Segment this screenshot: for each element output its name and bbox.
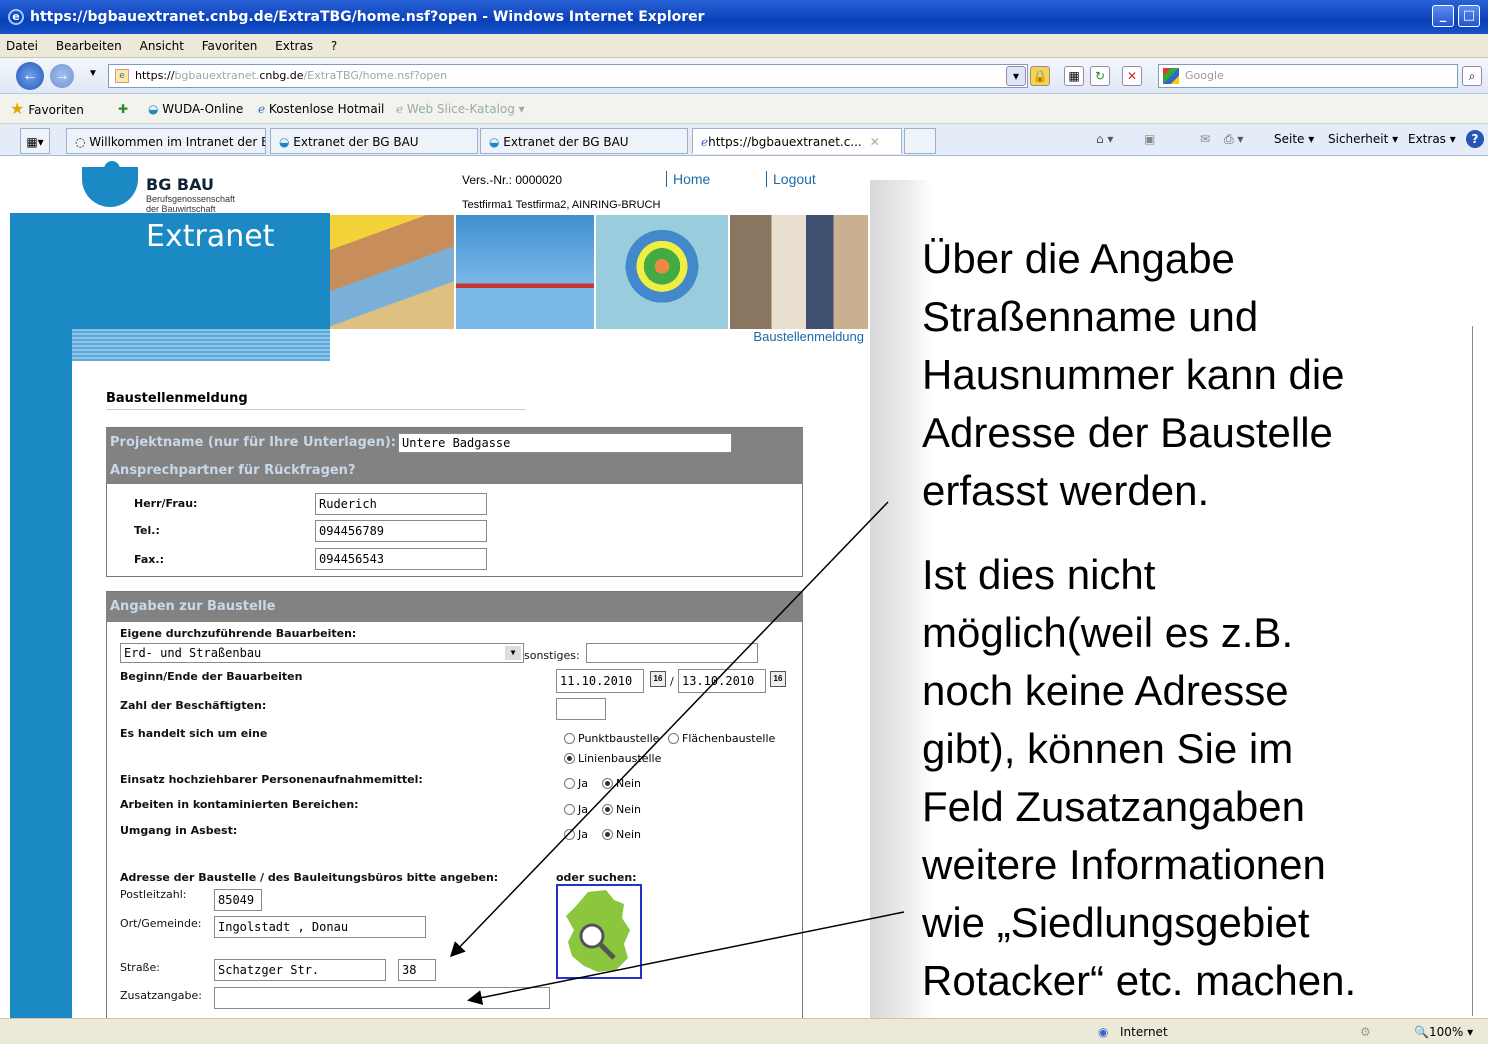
protected-mode-icon: ⚙ [1360, 1025, 1371, 1039]
zone-label: Internet [1120, 1025, 1168, 1039]
status-bar: ◉ Internet ⚙ 🔍100% ▾ [0, 1018, 1488, 1044]
annotation-arrows [449, 501, 905, 1005]
arrow-to-zusatzangabe [467, 911, 905, 1005]
arrow-to-strasse [449, 501, 889, 958]
zoom-level[interactable]: 🔍100% ▾ [1414, 1019, 1473, 1044]
globe-icon: ◉ [1098, 1025, 1109, 1039]
zoom-icon: 🔍 [1414, 1025, 1429, 1039]
